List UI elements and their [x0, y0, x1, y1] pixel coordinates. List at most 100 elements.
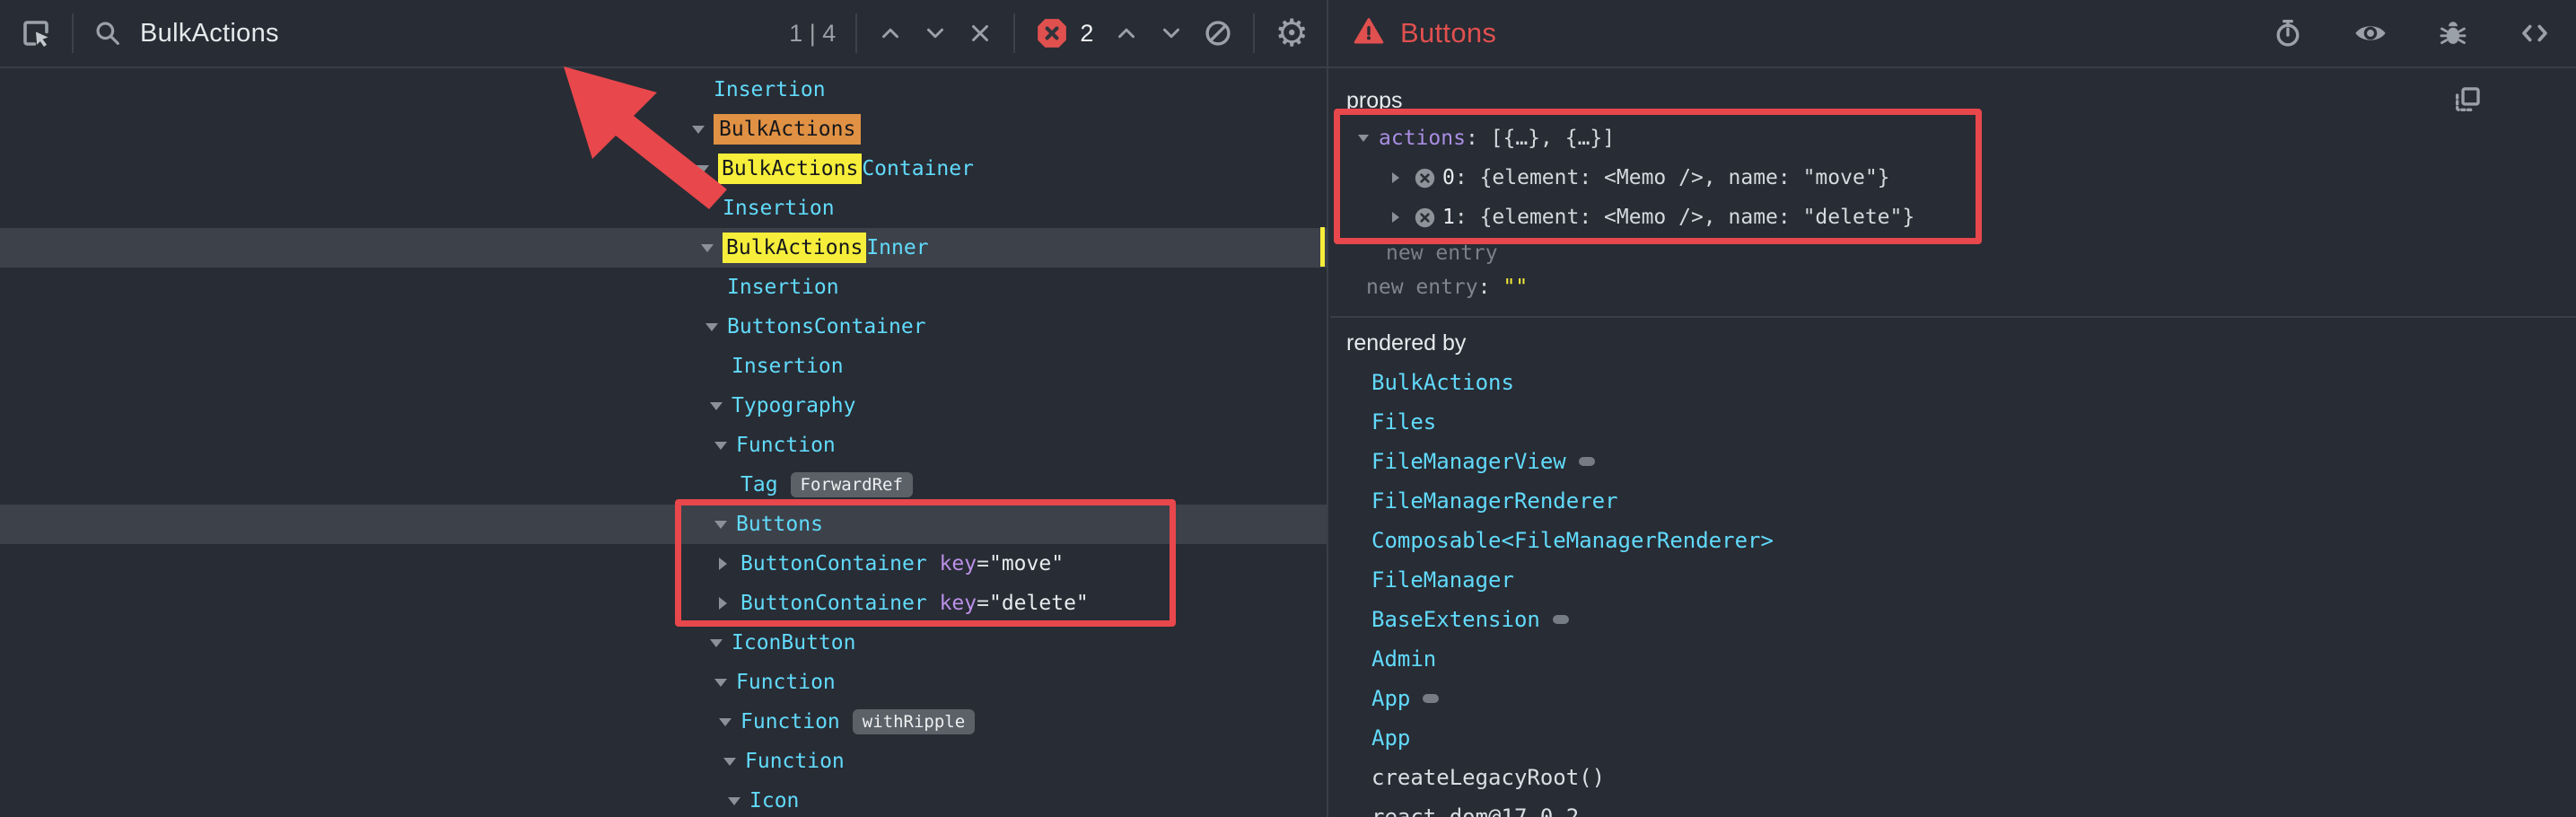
settings-gear-icon[interactable]: ⚙	[1275, 14, 1309, 52]
rendered-by-item[interactable]: Composable<FileManagerRenderer>	[1330, 521, 2576, 560]
tree-row[interactable]: FunctionwithRipple	[0, 702, 1327, 742]
toolbar-divider	[1013, 13, 1015, 53]
tree-row-label: BulkActions	[718, 154, 862, 184]
expand-arrow-icon-glyph	[710, 639, 723, 647]
rendered-by-item[interactable]: App	[1330, 718, 2576, 758]
expand-arrow-icon[interactable]	[719, 718, 740, 726]
panel-divider[interactable]	[1327, 0, 1328, 817]
expand-arrow-icon[interactable]	[710, 639, 732, 647]
tree-row-label	[927, 552, 940, 575]
new-entry-key[interactable]: new entry	[1366, 276, 1478, 299]
new-entry-value-input[interactable]: ""	[1503, 276, 1528, 299]
search-result-count: 1 | 4	[789, 20, 836, 48]
prop-value[interactable]: [{…}, {…}]	[1491, 127, 1615, 150]
expand-arrow-icon-glyph	[719, 558, 727, 570]
expand-arrow-icon[interactable]	[710, 402, 732, 410]
clear-search-button[interactable]	[967, 20, 994, 47]
search-input[interactable]: BulkActions	[140, 19, 279, 48]
expand-arrow-icon-glyph	[714, 521, 727, 529]
prop-value[interactable]: {element: <Memo />, name: "move"}	[1480, 166, 1890, 189]
new-entry-ghost[interactable]: new entry	[1330, 237, 2576, 269]
remove-entry-icon[interactable]	[1413, 166, 1437, 190]
error-count: 2	[1080, 20, 1093, 48]
expand-arrow-icon-glyph	[1392, 212, 1399, 223]
tree-row[interactable]: Function	[0, 663, 1327, 702]
tree-row-label: Insertion	[732, 355, 844, 378]
expand-arrow-icon[interactable]	[728, 797, 749, 805]
rendered-by-item[interactable]: FileManagerView	[1330, 442, 2576, 481]
expand-arrow-icon[interactable]	[719, 558, 740, 570]
tree-row-label: BulkActions	[714, 114, 861, 145]
tree-row[interactable]: Typography	[0, 386, 1327, 426]
rendered-by-item[interactable]: BulkActions	[1330, 363, 2576, 402]
tree-row[interactable]: ButtonContainer key="delete"	[0, 584, 1327, 623]
remove-entry-icon[interactable]	[1413, 206, 1437, 230]
rendered-by-item[interactable]: Files	[1330, 402, 2576, 442]
rendered-by-label: react-dom@17.0.2	[1371, 804, 1579, 817]
next-error-button[interactable]	[1158, 20, 1185, 47]
tree-row[interactable]: Buttons	[0, 505, 1327, 544]
rendered-by-item[interactable]: Admin	[1330, 639, 2576, 679]
prop-array-item-row[interactable]: 0: {element: <Memo />, name: "move"}	[1330, 158, 2576, 198]
rendered-by-label: Admin	[1371, 646, 1436, 672]
clear-errors-button[interactable]	[1203, 18, 1233, 48]
expand-arrow-icon[interactable]	[714, 521, 736, 529]
rendered-by-item[interactable]: App	[1330, 679, 2576, 718]
view-source-icon[interactable]	[2519, 17, 2551, 49]
rendered-by-label: App	[1371, 686, 1410, 711]
eye-icon[interactable]	[2353, 16, 2388, 50]
prop-array-item-row[interactable]: 1: {element: <Memo />, name: "delete"}	[1330, 198, 2576, 237]
expand-arrow-icon[interactable]	[1380, 172, 1411, 183]
expand-arrow-icon-glyph	[719, 718, 732, 726]
tree-row[interactable]: Insertion	[0, 189, 1327, 228]
next-result-button[interactable]	[922, 20, 949, 47]
expand-arrow-icon[interactable]	[719, 597, 740, 610]
expand-arrow-icon[interactable]	[701, 244, 723, 252]
tree-row[interactable]: BulkActionsInner	[0, 228, 1327, 268]
expand-arrow-icon[interactable]	[697, 165, 718, 173]
prop-value[interactable]: {element: <Memo />, name: "delete"}	[1480, 206, 1915, 229]
colon: :	[1455, 206, 1480, 229]
tree-row[interactable]: Icon	[0, 781, 1327, 817]
expand-arrow-icon[interactable]	[705, 323, 727, 331]
tree-row[interactable]: ButtonsContainer	[0, 307, 1327, 347]
expand-arrow-icon-glyph	[1392, 172, 1399, 183]
expand-arrow-icon-glyph	[719, 597, 727, 610]
tree-row[interactable]: TagForwardRef	[0, 465, 1327, 505]
tree-row[interactable]: IconButton	[0, 623, 1327, 663]
tree-row-label: Inner	[866, 236, 928, 259]
tree-row[interactable]: Insertion	[0, 347, 1327, 386]
inspected-element-panel: props actions: [{…}, {…}]0: {element: <M…	[1330, 70, 2576, 817]
expand-arrow-icon[interactable]	[1348, 135, 1379, 142]
expand-arrow-icon[interactable]	[723, 758, 745, 766]
prev-result-button[interactable]	[877, 20, 904, 47]
colon: :	[1478, 276, 1491, 299]
copy-props-icon[interactable]	[2452, 84, 2483, 119]
bug-icon[interactable]	[2438, 18, 2468, 48]
expand-arrow-icon[interactable]	[692, 126, 714, 134]
expand-arrow-icon-glyph	[705, 323, 718, 331]
inspect-element-icon[interactable]	[20, 17, 52, 49]
new-entry-row[interactable]: new entry: ""	[1330, 269, 2576, 305]
rendered-by-item[interactable]: FileManagerRenderer	[1330, 481, 2576, 521]
owner-badge	[1423, 694, 1439, 703]
expand-arrow-icon[interactable]	[714, 679, 736, 687]
stopwatch-icon[interactable]	[2273, 18, 2303, 48]
prev-error-button[interactable]	[1113, 20, 1140, 47]
props-section-title: props	[1330, 83, 2576, 119]
expand-arrow-icon-glyph	[714, 679, 727, 687]
prop-row[interactable]: actions: [{…}, {…}]	[1330, 119, 2576, 158]
expand-arrow-icon[interactable]	[1380, 212, 1411, 223]
rendered-by-item[interactable]: BaseExtension	[1330, 600, 2576, 639]
tree-row[interactable]: Function	[0, 426, 1327, 465]
tree-row[interactable]: Insertion	[0, 70, 1327, 110]
rendered-by-item: createLegacyRoot()	[1330, 758, 2576, 797]
expand-arrow-icon[interactable]	[714, 442, 736, 450]
tree-row[interactable]: BulkActions	[0, 110, 1327, 149]
rendered-by-item[interactable]: FileManager	[1330, 560, 2576, 600]
tree-row[interactable]: Insertion	[0, 268, 1327, 307]
tree-row[interactable]: Function	[0, 742, 1327, 781]
tree-row[interactable]: ButtonContainer key="move"	[0, 544, 1327, 584]
tree-row[interactable]: BulkActionsContainer	[0, 149, 1327, 189]
rendered-by-label: Files	[1371, 409, 1436, 435]
